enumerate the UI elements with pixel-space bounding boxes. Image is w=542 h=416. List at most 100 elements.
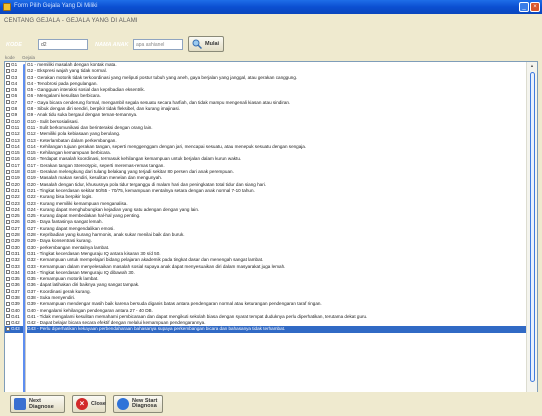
checkbox[interactable] [6, 150, 10, 155]
code-label: G40 [11, 307, 20, 313]
checkbox[interactable] [6, 188, 10, 193]
code-label: G35 [11, 276, 20, 282]
code-label: G18 [11, 169, 20, 175]
checkbox[interactable] [6, 257, 10, 262]
code-label: G21 [11, 187, 20, 193]
checkbox[interactable] [6, 62, 10, 67]
checkbox[interactable] [6, 219, 10, 224]
checkbox[interactable] [6, 144, 10, 149]
code-label: G29 [11, 238, 20, 244]
code-label: G22 [11, 194, 20, 200]
code-label: G25 [11, 213, 20, 219]
checkbox[interactable] [6, 207, 10, 212]
next-diagnose-button[interactable]: Next Diagnose [10, 395, 65, 413]
code-label: G39 [11, 301, 20, 307]
code-label: G16 [11, 156, 20, 162]
checkbox[interactable] [6, 238, 10, 243]
checkbox[interactable] [6, 93, 10, 98]
new-start-diagnosa-button[interactable]: New Start Diagnosa [113, 395, 163, 413]
code-label: G19 [11, 175, 20, 181]
code-label: G27 [11, 225, 20, 231]
checkbox[interactable] [6, 251, 10, 256]
code-label: G15 [11, 150, 20, 156]
checkbox[interactable] [6, 245, 10, 250]
code-label: G34 [11, 269, 20, 275]
minimize-icon[interactable]: _ [519, 2, 529, 12]
checkbox[interactable] [6, 282, 10, 287]
checkbox[interactable] [6, 201, 10, 206]
code-label: G11 [11, 124, 20, 130]
nama-anak-input[interactable]: apa ashianel [133, 39, 183, 50]
checkbox[interactable] [6, 276, 10, 281]
close-window-icon[interactable]: × [530, 2, 540, 12]
mulai-button[interactable]: Mulai [188, 36, 224, 52]
code-label: G36 [11, 282, 20, 288]
column-header-kode: kode [5, 55, 15, 60]
checkbox[interactable] [6, 270, 10, 275]
scroll-thumb[interactable] [530, 72, 535, 382]
scroll-up-icon[interactable]: ▲ [530, 63, 534, 68]
checkbox[interactable] [6, 68, 10, 73]
checkbox[interactable] [6, 194, 10, 199]
close-label: Close [91, 401, 106, 407]
checkbox[interactable] [6, 213, 10, 218]
checkbox[interactable] [6, 175, 10, 180]
checkbox[interactable] [6, 320, 10, 325]
code-label: G7 [11, 99, 18, 105]
window-title: Form Pilih Gejala Yang Di Miliki [14, 3, 98, 9]
checkbox[interactable] [6, 138, 10, 143]
code-label: G10 [11, 118, 20, 124]
nama-anak-label: NAMA ANAK [95, 42, 129, 48]
checkbox[interactable] [6, 301, 10, 306]
code-checkbox-row[interactable]: G43 [5, 326, 25, 333]
code-label: G38 [11, 294, 20, 300]
code-label: G37 [11, 288, 20, 294]
checkbox[interactable] [6, 182, 10, 187]
checkbox[interactable] [6, 289, 10, 294]
symptom-row[interactable]: G43 - Perlu diperhatikan kekayaan perben… [27, 326, 527, 333]
code-label: G32 [11, 257, 20, 263]
magnifier-icon [192, 39, 202, 49]
symptom-description-list[interactable]: G1 - memiliki masalah dengan kontak mata… [27, 62, 527, 399]
checkbox[interactable] [6, 106, 10, 111]
code-label: G5 [11, 87, 18, 93]
title-bar[interactable]: Form Pilih Gejala Yang Di Miliki _ × [0, 0, 542, 14]
code-label: G23 [11, 200, 20, 206]
next-diagnose-icon [14, 398, 26, 410]
kode-input[interactable]: d2 [38, 39, 88, 50]
code-checklist[interactable]: G1 G2 G3 G4 G5 G6 G7 G8 G9 G10 G11 G12 G13 G14 G15 G16 G… [5, 62, 26, 399]
code-label: G20 [11, 181, 20, 187]
code-label: G31 [11, 250, 20, 256]
code-label: G42 [11, 320, 20, 326]
code-label: G28 [11, 232, 20, 238]
checkbox[interactable] [6, 81, 10, 86]
code-label: G2 [11, 68, 18, 74]
vertical-scrollbar[interactable]: ▲ ▼ [526, 62, 537, 399]
checkbox[interactable] [6, 169, 10, 174]
checkbox[interactable] [6, 232, 10, 237]
code-scrollbar[interactable] [23, 64, 25, 397]
checkbox[interactable] [6, 314, 10, 319]
close-button[interactable]: × Close [72, 395, 106, 413]
checkbox[interactable] [6, 326, 10, 331]
checkbox[interactable] [6, 295, 10, 300]
checkbox[interactable] [6, 163, 10, 168]
new-start-label-line2: Diagnosa [132, 403, 157, 409]
checkbox[interactable] [6, 100, 10, 105]
checkbox[interactable] [6, 125, 10, 130]
code-label: G13 [11, 137, 20, 143]
code-label: G1 [11, 62, 18, 67]
code-label: G3 [11, 74, 18, 80]
mulai-label: Mulai [205, 41, 220, 47]
checkbox[interactable] [6, 87, 10, 92]
checkbox[interactable] [6, 308, 10, 313]
checkbox[interactable] [6, 264, 10, 268]
code-label: G26 [11, 219, 20, 225]
checkbox[interactable] [6, 112, 10, 117]
close-icon: × [76, 398, 88, 410]
checkbox[interactable] [6, 131, 10, 136]
checkbox[interactable] [6, 226, 10, 231]
checkbox[interactable] [6, 156, 10, 161]
checkbox[interactable] [6, 119, 10, 124]
checkbox[interactable] [6, 75, 10, 80]
